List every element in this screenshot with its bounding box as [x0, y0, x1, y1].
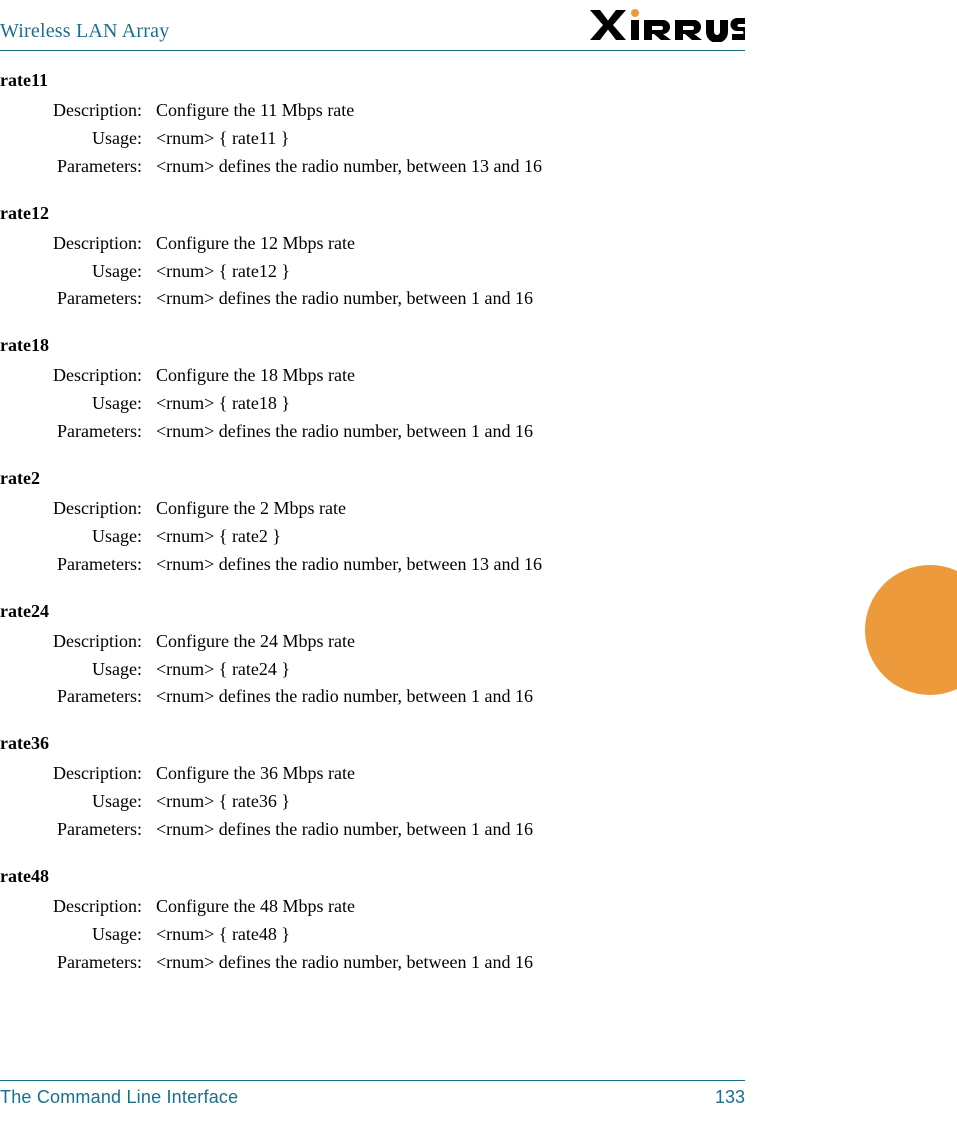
brand-logo: [590, 8, 745, 42]
content-area: rate11 Description: Configure the 11 Mbp…: [0, 70, 745, 999]
definition-row: Parameters: <rnum> defines the radio num…: [0, 816, 745, 844]
label-parameters: Parameters:: [0, 153, 156, 181]
page-header: Wireless LAN Array: [0, 20, 745, 51]
command-block: rate18 Description: Configure the 18 Mbp…: [0, 335, 745, 446]
value-description: Configure the 48 Mbps rate: [156, 893, 745, 921]
label-usage: Usage:: [0, 788, 156, 816]
label-parameters: Parameters:: [0, 683, 156, 711]
value-parameters: <rnum> defines the radio number, between…: [156, 949, 745, 977]
footer-section-title: The Command Line Interface: [0, 1087, 238, 1107]
definition-row: Usage: <rnum> { rate2 }: [0, 523, 745, 551]
xirrus-logo-icon: [590, 8, 745, 42]
label-parameters: Parameters:: [0, 816, 156, 844]
command-block: rate12 Description: Configure the 12 Mbp…: [0, 203, 745, 314]
footer-page-number: 133: [715, 1087, 745, 1108]
command-block: rate36 Description: Configure the 36 Mbp…: [0, 733, 745, 844]
value-parameters: <rnum> defines the radio number, between…: [156, 153, 745, 181]
command-block: rate48 Description: Configure the 48 Mbp…: [0, 866, 745, 977]
definition-row: Usage: <rnum> { rate12 }: [0, 258, 745, 286]
value-usage: <rnum> { rate18 }: [156, 390, 745, 418]
value-description: Configure the 24 Mbps rate: [156, 628, 745, 656]
definition-row: Parameters: <rnum> defines the radio num…: [0, 418, 745, 446]
command-block: rate2 Description: Configure the 2 Mbps …: [0, 468, 745, 579]
value-description: Configure the 2 Mbps rate: [156, 495, 745, 523]
label-usage: Usage:: [0, 921, 156, 949]
label-usage: Usage:: [0, 258, 156, 286]
value-usage: <rnum> { rate12 }: [156, 258, 745, 286]
definition-row: Description: Configure the 11 Mbps rate: [0, 97, 745, 125]
value-usage: <rnum> { rate11 }: [156, 125, 745, 153]
value-usage: <rnum> { rate48 }: [156, 921, 745, 949]
value-usage: <rnum> { rate36 }: [156, 788, 745, 816]
label-usage: Usage:: [0, 390, 156, 418]
value-usage: <rnum> { rate24 }: [156, 656, 745, 684]
value-parameters: <rnum> defines the radio number, between…: [156, 551, 745, 579]
header-title: Wireless LAN Array: [0, 20, 169, 43]
page: Wireless LAN Array rate11 Description: C…: [0, 0, 957, 1134]
label-parameters: Parameters:: [0, 551, 156, 579]
value-parameters: <rnum> defines the radio number, between…: [156, 285, 745, 313]
definition-row: Usage: <rnum> { rate36 }: [0, 788, 745, 816]
label-parameters: Parameters:: [0, 285, 156, 313]
command-name: rate18: [0, 335, 745, 356]
label-usage: Usage:: [0, 656, 156, 684]
label-description: Description:: [0, 760, 156, 788]
definition-row: Parameters: <rnum> defines the radio num…: [0, 683, 745, 711]
definition-row: Description: Configure the 12 Mbps rate: [0, 230, 745, 258]
definition-row: Usage: <rnum> { rate18 }: [0, 390, 745, 418]
definition-row: Description: Configure the 18 Mbps rate: [0, 362, 745, 390]
label-description: Description:: [0, 97, 156, 125]
label-description: Description:: [0, 628, 156, 656]
command-name: rate2: [0, 468, 745, 489]
value-description: Configure the 12 Mbps rate: [156, 230, 745, 258]
label-description: Description:: [0, 362, 156, 390]
value-description: Configure the 18 Mbps rate: [156, 362, 745, 390]
value-description: Configure the 11 Mbps rate: [156, 97, 745, 125]
definition-row: Usage: <rnum> { rate11 }: [0, 125, 745, 153]
definition-row: Description: Configure the 48 Mbps rate: [0, 893, 745, 921]
value-description: Configure the 36 Mbps rate: [156, 760, 745, 788]
command-block: rate11 Description: Configure the 11 Mbp…: [0, 70, 745, 181]
definition-row: Usage: <rnum> { rate48 }: [0, 921, 745, 949]
page-footer: The Command Line Interface 133: [0, 1080, 745, 1108]
definition-row: Description: Configure the 2 Mbps rate: [0, 495, 745, 523]
definition-row: Parameters: <rnum> defines the radio num…: [0, 285, 745, 313]
command-block: rate24 Description: Configure the 24 Mbp…: [0, 601, 745, 712]
command-name: rate24: [0, 601, 745, 622]
label-description: Description:: [0, 230, 156, 258]
value-parameters: <rnum> defines the radio number, between…: [156, 418, 745, 446]
command-name: rate12: [0, 203, 745, 224]
command-name: rate48: [0, 866, 745, 887]
command-name: rate11: [0, 70, 745, 91]
label-usage: Usage:: [0, 125, 156, 153]
value-usage: <rnum> { rate2 }: [156, 523, 745, 551]
value-parameters: <rnum> defines the radio number, between…: [156, 816, 745, 844]
command-name: rate36: [0, 733, 745, 754]
label-description: Description:: [0, 893, 156, 921]
definition-row: Parameters: <rnum> defines the radio num…: [0, 153, 745, 181]
label-parameters: Parameters:: [0, 949, 156, 977]
definition-row: Description: Configure the 36 Mbps rate: [0, 760, 745, 788]
definition-row: Usage: <rnum> { rate24 }: [0, 656, 745, 684]
definition-row: Description: Configure the 24 Mbps rate: [0, 628, 745, 656]
label-parameters: Parameters:: [0, 418, 156, 446]
section-tab-circle: [865, 565, 957, 695]
label-description: Description:: [0, 495, 156, 523]
definition-row: Parameters: <rnum> defines the radio num…: [0, 551, 745, 579]
definition-row: Parameters: <rnum> defines the radio num…: [0, 949, 745, 977]
label-usage: Usage:: [0, 523, 156, 551]
value-parameters: <rnum> defines the radio number, between…: [156, 683, 745, 711]
